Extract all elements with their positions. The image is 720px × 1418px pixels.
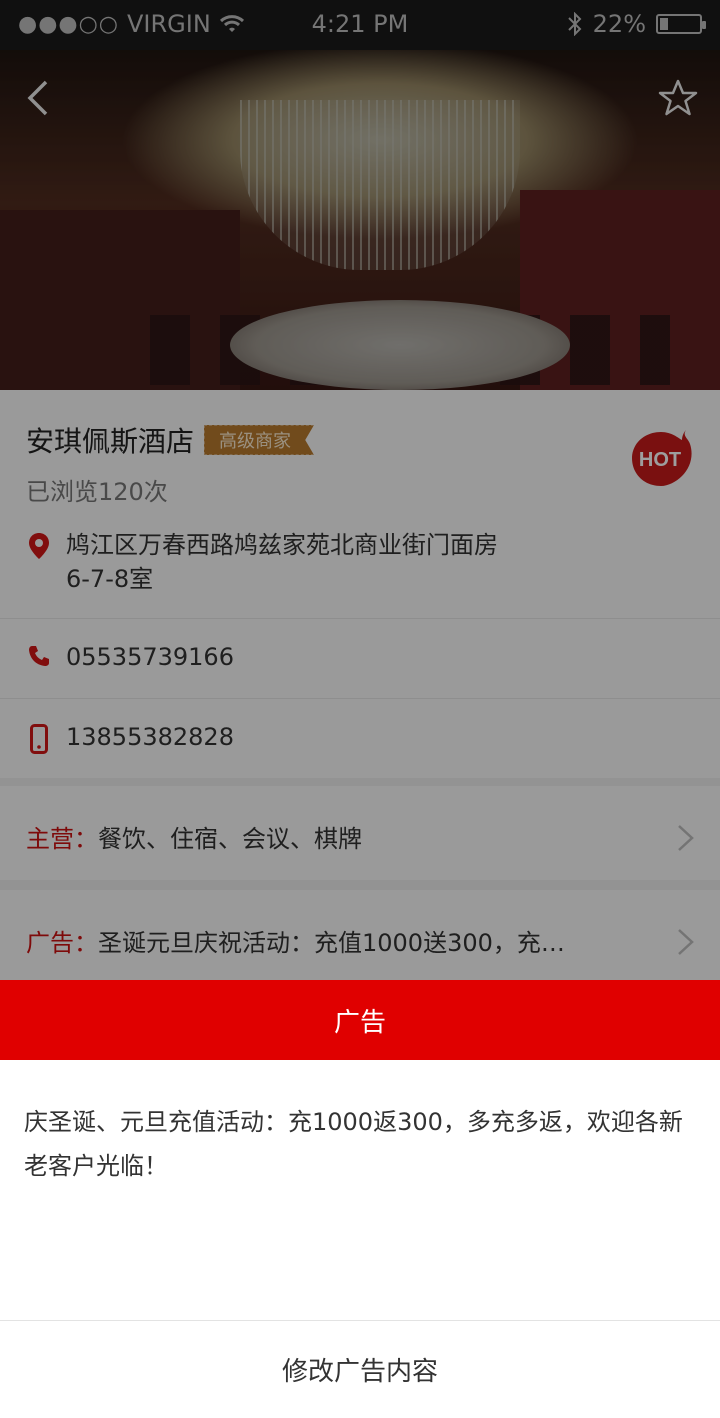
advertisement-content: 庆圣诞、元旦充值活动：充1000返300，多充多返，欢迎各新老客户光临！ xyxy=(24,1108,683,1180)
advertisement-sheet: 广告 庆圣诞、元旦充值活动：充1000返300，多充多返，欢迎各新老客户光临！ … xyxy=(0,980,720,1418)
sheet-title: 广告 xyxy=(0,980,720,1060)
edit-advertisement-button[interactable]: 修改广告内容 xyxy=(0,1320,720,1418)
modal-backdrop[interactable] xyxy=(0,0,720,980)
